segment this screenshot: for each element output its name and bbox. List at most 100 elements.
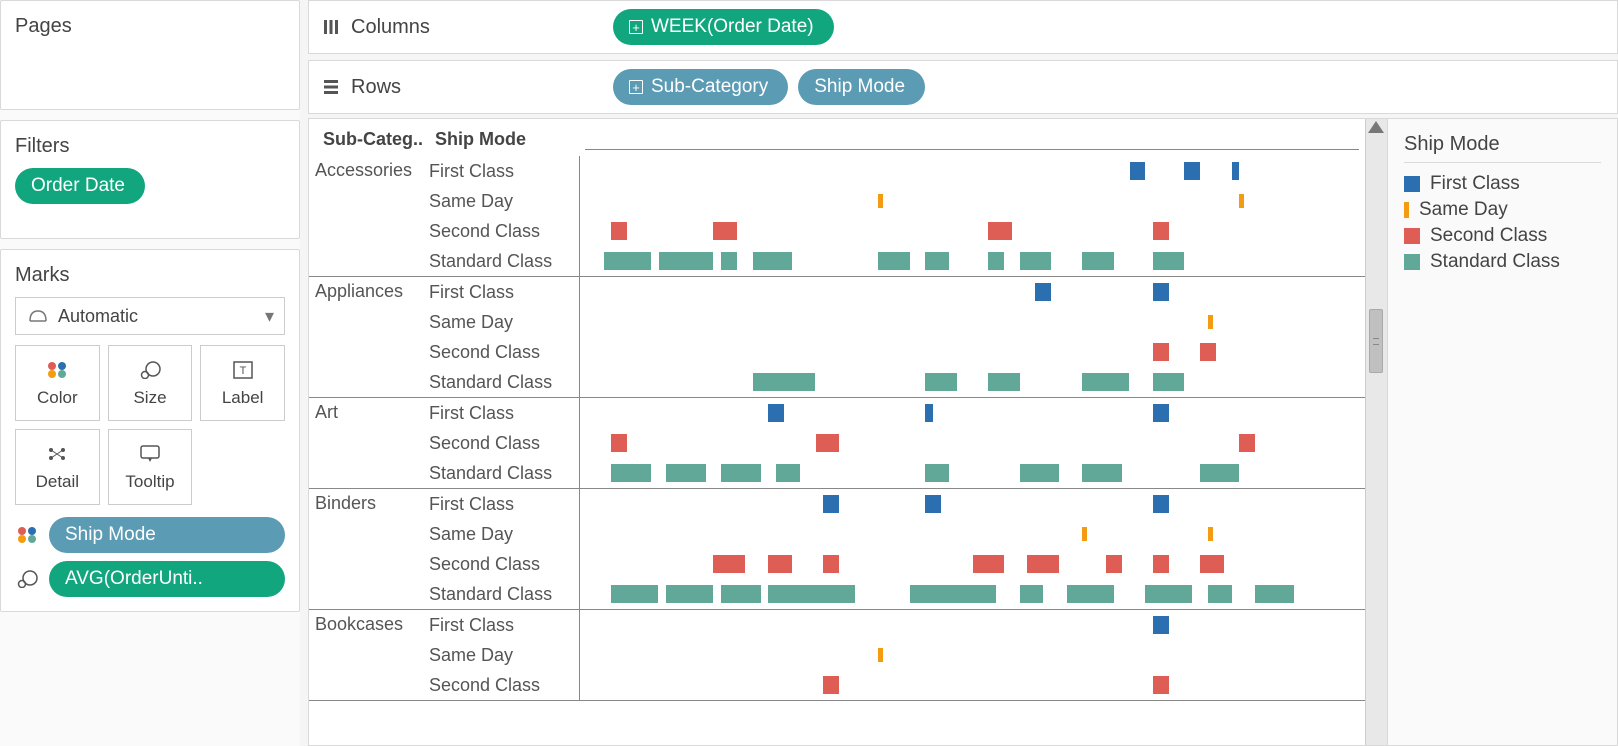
timeline[interactable] [579,640,1365,670]
marks-color-button[interactable]: Color [15,345,100,421]
data-mark[interactable] [1145,585,1192,603]
data-mark[interactable] [1200,555,1224,573]
data-mark[interactable] [973,555,1004,573]
ship-mode-label[interactable]: Second Class [429,433,579,454]
data-mark[interactable] [925,373,956,391]
data-mark[interactable] [1153,283,1169,301]
ship-mode-label[interactable]: Same Day [429,191,579,212]
data-mark[interactable] [1027,555,1058,573]
viz-area[interactable]: Sub-Categ.. Ship Mode AccessoriesFirst C… [309,119,1365,745]
data-mark[interactable] [1153,495,1169,513]
data-mark[interactable] [910,585,996,603]
data-mark[interactable] [925,404,933,422]
ship-mode-label[interactable]: Same Day [429,524,579,545]
data-mark[interactable] [611,464,650,482]
timeline[interactable] [579,579,1365,609]
data-mark[interactable] [776,464,800,482]
data-mark[interactable] [1153,252,1184,270]
data-mark[interactable] [925,495,941,513]
data-mark[interactable] [768,555,792,573]
marks-size-button[interactable]: Size [108,345,193,421]
data-mark[interactable] [611,222,627,240]
timeline[interactable] [579,519,1365,549]
data-mark[interactable] [611,585,658,603]
timeline[interactable] [579,398,1365,428]
ship-mode-label[interactable]: Second Class [429,675,579,696]
data-mark[interactable] [1106,555,1122,573]
timeline[interactable] [579,246,1365,276]
timeline[interactable] [579,489,1365,519]
data-mark[interactable] [1067,585,1114,603]
data-mark[interactable] [1082,373,1129,391]
sub-category-label[interactable]: Appliances [309,277,429,397]
data-mark[interactable] [1130,162,1146,180]
ship-mode-label[interactable]: Same Day [429,645,579,666]
data-mark[interactable] [1153,555,1169,573]
timeline[interactable] [579,307,1365,337]
ship-mode-label[interactable]: Standard Class [429,584,579,605]
data-mark[interactable] [604,252,651,270]
data-mark[interactable] [1082,464,1121,482]
data-mark[interactable] [988,252,1004,270]
data-mark[interactable] [1239,194,1244,208]
columns-pill-week-order-date[interactable]: + WEEK(Order Date) [613,9,834,45]
data-mark[interactable] [1020,464,1059,482]
timeline[interactable] [579,367,1365,397]
data-mark[interactable] [925,252,949,270]
marks-label-button[interactable]: T Label [200,345,285,421]
data-mark[interactable] [1153,373,1184,391]
sub-category-label[interactable]: Accessories [309,156,429,276]
timeline[interactable] [579,670,1365,700]
data-mark[interactable] [1255,585,1294,603]
data-mark[interactable] [713,555,744,573]
scroll-up-arrow-icon[interactable] [1368,121,1384,133]
data-mark[interactable] [713,222,737,240]
data-mark[interactable] [1082,252,1113,270]
data-mark[interactable] [988,373,1019,391]
data-mark[interactable] [1035,283,1051,301]
data-mark[interactable] [666,585,713,603]
data-mark[interactable] [1153,676,1169,694]
scroll-thumb[interactable] [1369,309,1383,373]
data-mark[interactable] [823,676,839,694]
data-mark[interactable] [1232,162,1240,180]
data-mark[interactable] [768,404,784,422]
data-mark[interactable] [1153,404,1169,422]
data-mark[interactable] [823,555,839,573]
data-mark[interactable] [721,585,760,603]
timeline[interactable] [579,610,1365,640]
ship-mode-label[interactable]: Standard Class [429,251,579,272]
data-mark[interactable] [1208,527,1213,541]
timeline[interactable] [579,216,1365,246]
data-mark[interactable] [721,252,737,270]
timeline[interactable] [579,428,1365,458]
data-mark[interactable] [768,585,854,603]
ship-mode-label[interactable]: First Class [429,403,579,424]
ship-mode-label[interactable]: First Class [429,615,579,636]
timeline[interactable] [579,186,1365,216]
data-mark[interactable] [1200,343,1216,361]
rows-pill-sub-category[interactable]: + Sub-Category [613,69,788,105]
timeline[interactable] [579,337,1365,367]
data-mark[interactable] [823,495,839,513]
data-mark[interactable] [753,373,816,391]
timeline[interactable] [579,549,1365,579]
timeline[interactable] [579,277,1365,307]
marks-tooltip-button[interactable]: Tooltip [108,429,193,505]
ship-mode-label[interactable]: Second Class [429,342,579,363]
legend-item[interactable]: Standard Class [1404,251,1601,273]
legend-item[interactable]: Same Day [1404,199,1601,221]
data-mark[interactable] [753,252,792,270]
data-mark[interactable] [659,252,714,270]
rows-shelf[interactable]: Rows + Sub-Category Ship Mode [308,60,1618,114]
vertical-scrollbar[interactable] [1365,119,1387,745]
data-mark[interactable] [925,464,949,482]
timeline[interactable] [579,156,1365,186]
sub-category-label[interactable]: Bookcases [309,610,429,700]
ship-mode-label[interactable]: First Class [429,282,579,303]
ship-mode-label[interactable]: First Class [429,494,579,515]
data-mark[interactable] [1184,162,1200,180]
data-mark[interactable] [816,434,840,452]
legend-item[interactable]: Second Class [1404,225,1601,247]
ship-mode-label[interactable]: Second Class [429,221,579,242]
